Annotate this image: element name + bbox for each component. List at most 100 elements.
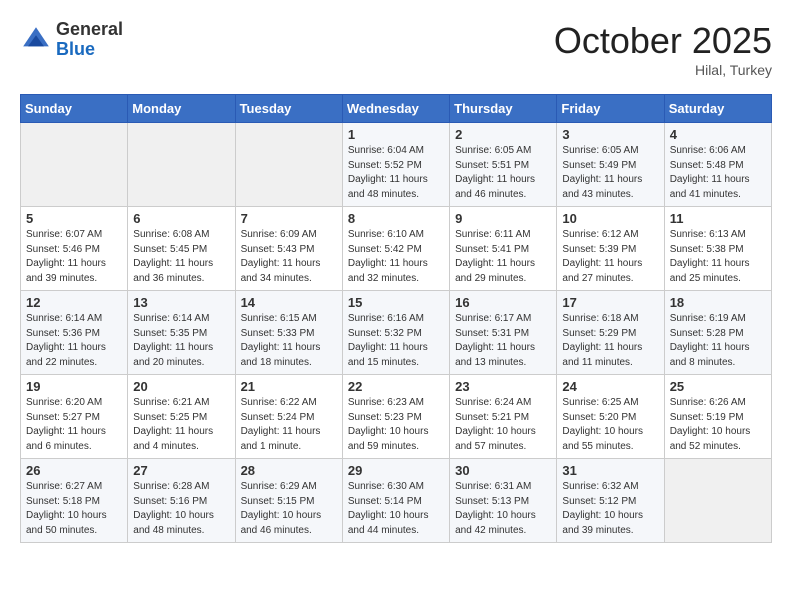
day-number: 18 — [670, 295, 766, 310]
day-cell: 18 Sunrise: 6:19 AM Sunset: 5:28 PM Dayli… — [664, 291, 771, 375]
day-info: Sunrise: 6:12 AM Sunset: 5:39 PM Dayligh… — [562, 228, 658, 286]
weekday-header-friday: Friday — [557, 95, 664, 123]
day-cell: 9 Sunrise: 6:11 AM Sunset: 5:41 PM Daylig… — [450, 207, 557, 291]
day-number: 20 — [133, 379, 229, 394]
day-info: Sunrise: 6:11 AM Sunset: 5:41 PM Dayligh… — [455, 228, 551, 286]
day-info: Sunrise: 6:21 AM Sunset: 5:25 PM Dayligh… — [133, 396, 229, 454]
day-cell: 14 Sunrise: 6:15 AM Sunset: 5:33 PM Dayli… — [235, 291, 342, 375]
day-cell: 4Sunrise: 6:06 AM Sunset: 5:48 PM Daylig… — [664, 123, 771, 207]
calendar-table: SundayMondayTuesdayWednesdayThursdayFrid… — [20, 94, 772, 543]
day-cell: 19Sunrise: 6:20 AM Sunset: 5:27 PM Dayli… — [21, 375, 128, 459]
day-number: 26 — [26, 463, 122, 478]
weekday-header-saturday: Saturday — [664, 95, 771, 123]
weekday-header-sunday: Sunday — [21, 95, 128, 123]
day-cell: 25Sunrise: 6:26 AM Sunset: 5:19 PM Dayli… — [664, 375, 771, 459]
day-cell: 22Sunrise: 6:23 AM Sunset: 5:23 PM Dayli… — [342, 375, 449, 459]
day-number: 10 — [562, 211, 658, 226]
day-info: Sunrise: 6:08 AM Sunset: 5:45 PM Dayligh… — [133, 228, 229, 286]
day-number: 29 — [348, 463, 444, 478]
day-number: 31 — [562, 463, 658, 478]
day-number: 7 — [241, 211, 337, 226]
day-info: Sunrise: 6:25 AM Sunset: 5:20 PM Dayligh… — [562, 396, 658, 454]
week-row-1: 1Sunrise: 6:04 AM Sunset: 5:52 PM Daylig… — [21, 123, 772, 207]
logo-blue-text: Blue — [56, 40, 123, 60]
day-number: 14 — [241, 295, 337, 310]
weekday-header-tuesday: Tuesday — [235, 95, 342, 123]
day-info: Sunrise: 6:13 AM Sunset: 5:38 PM Dayligh… — [670, 228, 766, 286]
day-cell — [235, 123, 342, 207]
day-info: Sunrise: 6:29 AM Sunset: 5:15 PM Dayligh… — [241, 480, 337, 538]
day-cell: 3 Sunrise: 6:05 AM Sunset: 5:49 PM Daylig… — [557, 123, 664, 207]
day-info: Sunrise: 6:32 AM Sunset: 5:12 PM Dayligh… — [562, 480, 658, 538]
logo: General Blue — [20, 20, 123, 60]
day-cell: 29 Sunrise: 6:30 AM Sunset: 5:14 PM Dayli… — [342, 459, 449, 543]
day-cell: 1Sunrise: 6:04 AM Sunset: 5:52 PM Daylig… — [342, 123, 449, 207]
day-cell: 23 Sunrise: 6:24 AM Sunset: 5:21 PM Dayli… — [450, 375, 557, 459]
day-cell: 5 Sunrise: 6:07 AM Sunset: 5:46 PM Daylig… — [21, 207, 128, 291]
day-number: 12 — [26, 295, 122, 310]
day-number: 27 — [133, 463, 229, 478]
day-info: Sunrise: 6:18 AM Sunset: 5:29 PM Dayligh… — [562, 312, 658, 370]
day-cell: 27 Sunrise: 6:28 AM Sunset: 5:16 PM Dayli… — [128, 459, 235, 543]
day-number: 16 — [455, 295, 551, 310]
day-cell — [128, 123, 235, 207]
month-title: October 2025 — [554, 20, 772, 62]
day-cell: 28 Sunrise: 6:29 AM Sunset: 5:15 PM Dayli… — [235, 459, 342, 543]
day-info: Sunrise: 6:15 AM Sunset: 5:33 PM Dayligh… — [241, 312, 337, 370]
day-number: 23 — [455, 379, 551, 394]
day-number: 3 — [562, 127, 658, 142]
day-info: Sunrise: 6:09 AM Sunset: 5:43 PM Dayligh… — [241, 228, 337, 286]
day-number: 28 — [241, 463, 337, 478]
day-number: 22 — [348, 379, 444, 394]
day-cell: 11 Sunrise: 6:13 AM Sunset: 5:38 PM Dayli… — [664, 207, 771, 291]
week-row-4: 19Sunrise: 6:20 AM Sunset: 5:27 PM Dayli… — [21, 375, 772, 459]
day-cell: 17 Sunrise: 6:18 AM Sunset: 5:29 PM Dayli… — [557, 291, 664, 375]
day-cell: 2Sunrise: 6:05 AM Sunset: 5:51 PM Daylig… — [450, 123, 557, 207]
day-number: 5 — [26, 211, 122, 226]
day-info: Sunrise: 6:20 AM Sunset: 5:27 PM Dayligh… — [26, 396, 122, 454]
day-number: 21 — [241, 379, 337, 394]
day-number: 24 — [562, 379, 658, 394]
day-number: 4 — [670, 127, 766, 142]
logo-icon — [20, 24, 52, 56]
day-cell: 10 Sunrise: 6:12 AM Sunset: 5:39 PM Dayli… — [557, 207, 664, 291]
day-info: Sunrise: 6:24 AM Sunset: 5:21 PM Dayligh… — [455, 396, 551, 454]
day-number: 9 — [455, 211, 551, 226]
day-cell: 7 Sunrise: 6:09 AM Sunset: 5:43 PM Daylig… — [235, 207, 342, 291]
day-cell: 6 Sunrise: 6:08 AM Sunset: 5:45 PM Daylig… — [128, 207, 235, 291]
day-info: Sunrise: 6:10 AM Sunset: 5:42 PM Dayligh… — [348, 228, 444, 286]
day-info: Sunrise: 6:17 AM Sunset: 5:31 PM Dayligh… — [455, 312, 551, 370]
day-cell: 20 Sunrise: 6:21 AM Sunset: 5:25 PM Dayli… — [128, 375, 235, 459]
day-cell — [664, 459, 771, 543]
day-number: 17 — [562, 295, 658, 310]
day-cell: 15 Sunrise: 6:16 AM Sunset: 5:32 PM Dayli… — [342, 291, 449, 375]
day-info: Sunrise: 6:05 AM Sunset: 5:49 PM Dayligh… — [562, 144, 658, 202]
day-number: 11 — [670, 211, 766, 226]
page-header: General Blue October 2025 Hilal, Turkey — [20, 20, 772, 78]
day-info: Sunrise: 6:14 AM Sunset: 5:36 PM Dayligh… — [26, 312, 122, 370]
day-info: Sunrise: 6:19 AM Sunset: 5:28 PM Dayligh… — [670, 312, 766, 370]
day-number: 25 — [670, 379, 766, 394]
day-cell — [21, 123, 128, 207]
day-info: Sunrise: 6:28 AM Sunset: 5:16 PM Dayligh… — [133, 480, 229, 538]
day-info: Sunrise: 6:27 AM Sunset: 5:18 PM Dayligh… — [26, 480, 122, 538]
weekday-header-row: SundayMondayTuesdayWednesdayThursdayFrid… — [21, 95, 772, 123]
day-cell: 21 Sunrise: 6:22 AM Sunset: 5:24 PM Dayli… — [235, 375, 342, 459]
day-cell: 13 Sunrise: 6:14 AM Sunset: 5:35 PM Dayli… — [128, 291, 235, 375]
day-number: 13 — [133, 295, 229, 310]
day-info: Sunrise: 6:16 AM Sunset: 5:32 PM Dayligh… — [348, 312, 444, 370]
day-cell: 31 Sunrise: 6:32 AM Sunset: 5:12 PM Dayli… — [557, 459, 664, 543]
day-info: Sunrise: 6:14 AM Sunset: 5:35 PM Dayligh… — [133, 312, 229, 370]
day-number: 6 — [133, 211, 229, 226]
day-number: 8 — [348, 211, 444, 226]
location-subtitle: Hilal, Turkey — [554, 62, 772, 78]
day-number: 1 — [348, 127, 444, 142]
week-row-2: 5 Sunrise: 6:07 AM Sunset: 5:46 PM Daylig… — [21, 207, 772, 291]
day-cell: 8 Sunrise: 6:10 AM Sunset: 5:42 PM Daylig… — [342, 207, 449, 291]
day-info: Sunrise: 6:22 AM Sunset: 5:24 PM Dayligh… — [241, 396, 337, 454]
day-cell: 24 Sunrise: 6:25 AM Sunset: 5:20 PM Dayli… — [557, 375, 664, 459]
day-number: 15 — [348, 295, 444, 310]
day-info: Sunrise: 6:30 AM Sunset: 5:14 PM Dayligh… — [348, 480, 444, 538]
day-info: Sunrise: 6:05 AM Sunset: 5:51 PM Dayligh… — [455, 144, 551, 202]
day-info: Sunrise: 6:07 AM Sunset: 5:46 PM Dayligh… — [26, 228, 122, 286]
